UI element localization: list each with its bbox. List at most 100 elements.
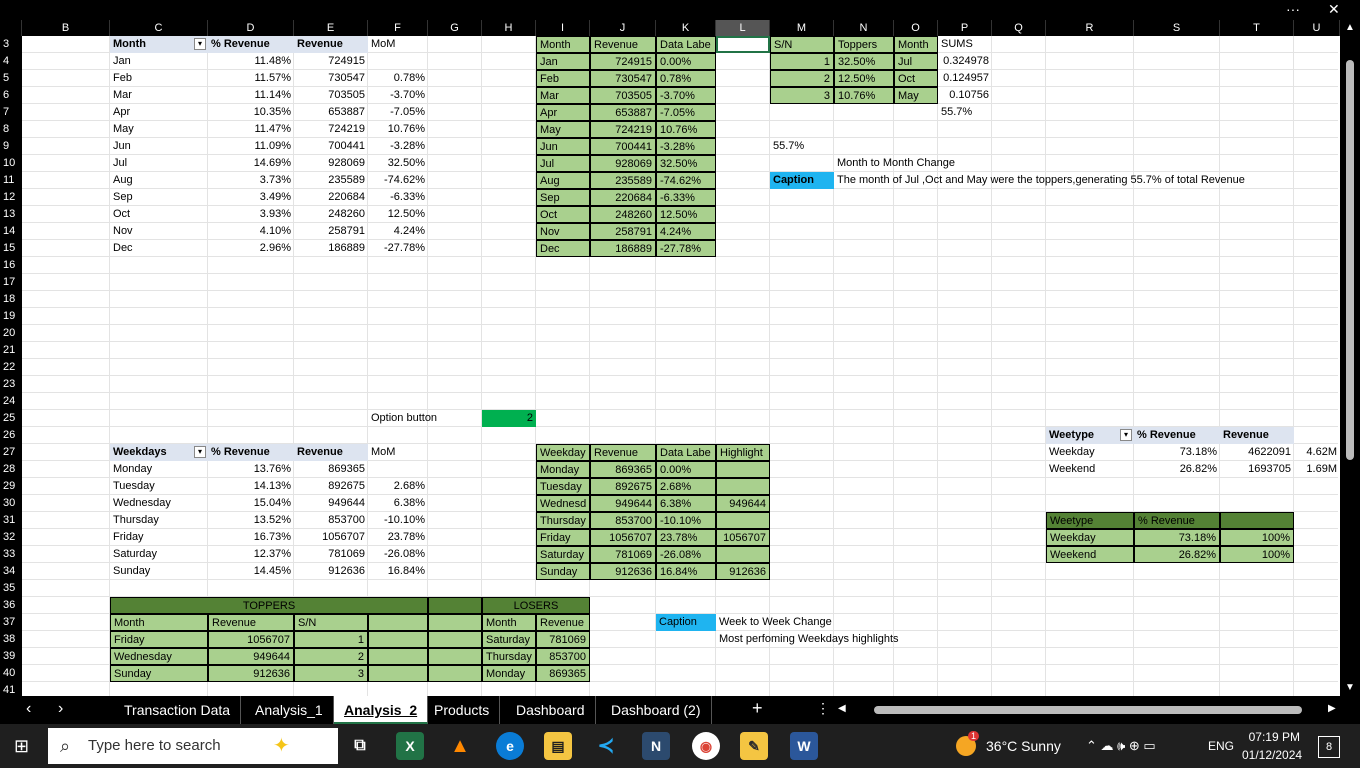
weektype-header[interactable]: % Revenue [1134, 427, 1220, 444]
month-table-cell[interactable]: 11.57% [208, 70, 294, 87]
column-header-q[interactable]: Q [992, 20, 1046, 36]
row-header-7[interactable]: 7 [0, 104, 22, 121]
column-header-m[interactable]: M [770, 20, 834, 36]
toppers-header[interactable]: SUMS [938, 36, 992, 53]
month-chart-cell[interactable]: -6.33% [656, 189, 716, 206]
month-chart-cell[interactable]: -7.05% [656, 104, 716, 121]
weekday-table-cell[interactable]: 892675 [294, 478, 368, 495]
month-table-cell[interactable]: 248260 [294, 206, 368, 223]
month-table-header[interactable]: MoM [368, 36, 428, 53]
weekday-table-cell[interactable]: 6.38% [368, 495, 428, 512]
tray-icons[interactable]: ⌃ ☁ 🕪 ⊕ ▭ [1086, 738, 1156, 754]
weekday-chart-header[interactable]: Highlight [716, 444, 770, 461]
toppers-row-cell[interactable]: 912636 [208, 665, 294, 682]
weekday-chart-cell[interactable]: 1056707 [716, 529, 770, 546]
notifications-icon[interactable]: 8 [1318, 736, 1340, 758]
toppers-header[interactable]: Toppers [834, 36, 894, 53]
row-header-5[interactable]: 5 [0, 70, 22, 87]
weektype2-header[interactable]: Weetype [1046, 512, 1134, 529]
weekday-table-cell[interactable] [368, 461, 428, 478]
row-header-15[interactable]: 15 [0, 240, 22, 257]
month-chart-cell[interactable]: 928069 [590, 155, 656, 172]
weekday-chart-cell[interactable]: 1056707 [590, 529, 656, 546]
month-table-cell[interactable]: May [110, 121, 208, 138]
month-table-cell[interactable]: 3.93% [208, 206, 294, 223]
app-icon-n[interactable]: N [642, 732, 670, 760]
vertical-scrollbar[interactable]: ▲ ▼ [1340, 20, 1360, 696]
column-header-j[interactable]: J [590, 20, 656, 36]
weekday-table-cell[interactable]: 14.45% [208, 563, 294, 580]
weekday-chart-cell[interactable]: 892675 [590, 478, 656, 495]
month-table-cell[interactable]: Oct [110, 206, 208, 223]
toppers-row-cell[interactable]: 3 [294, 665, 368, 682]
month-chart-cell[interactable]: 32.50% [656, 155, 716, 172]
month-chart-cell[interactable]: 0.78% [656, 70, 716, 87]
chrome-app-icon[interactable]: ◉ [692, 732, 720, 760]
row-header-25[interactable]: 25 [0, 410, 22, 427]
month-table-cell[interactable]: 724915 [294, 53, 368, 70]
month-table-cell[interactable]: -3.70% [368, 87, 428, 104]
weekday-table-cell[interactable]: Thursday [110, 512, 208, 529]
weektype2-cell[interactable]: 73.18% [1134, 529, 1220, 546]
week-caption-title[interactable]: Week to Week Change [716, 614, 894, 631]
toppers-pad[interactable] [428, 614, 482, 631]
weektype-cell[interactable]: 1693705 [1220, 461, 1294, 478]
weekday-table-cell[interactable]: 869365 [294, 461, 368, 478]
month-table-cell[interactable]: 700441 [294, 138, 368, 155]
toppers-header[interactable]: S/N [770, 36, 834, 53]
row-header-10[interactable]: 10 [0, 155, 22, 172]
tab-analysis-2[interactable]: Analysis_2 [334, 696, 429, 724]
task-view-icon[interactable]: ⧉ [346, 732, 374, 760]
month-chart-cell[interactable]: 248260 [590, 206, 656, 223]
month-table-cell[interactable]: 186889 [294, 240, 368, 257]
losers-row-cell[interactable]: 781069 [536, 631, 590, 648]
column-header-d[interactable]: D [208, 20, 294, 36]
toppers-cell[interactable]: 1 [770, 53, 834, 70]
more-options-button[interactable]: ··· [1286, 0, 1300, 20]
toppers-pad[interactable] [368, 665, 428, 682]
month-table-cell[interactable]: 11.47% [208, 121, 294, 138]
month-chart-cell[interactable]: 703505 [590, 87, 656, 104]
next-sheet-icon[interactable]: › [58, 700, 63, 718]
month-table-cell[interactable]: -6.33% [368, 189, 428, 206]
column-header-t[interactable]: T [1220, 20, 1294, 36]
toppers-header[interactable]: Month [894, 36, 938, 53]
weekday-chart-cell[interactable]: 781069 [590, 546, 656, 563]
weekday-chart-cell[interactable]: Tuesday [536, 478, 590, 495]
weekday-table-cell[interactable]: 949644 [294, 495, 368, 512]
losers-title[interactable]: LOSERS [482, 597, 590, 614]
row-header-40[interactable]: 40 [0, 665, 22, 682]
month-table-cell[interactable]: 3.49% [208, 189, 294, 206]
month-table-cell[interactable]: 2.96% [208, 240, 294, 257]
row-header-4[interactable]: 4 [0, 53, 22, 70]
language-indicator[interactable]: ENG [1208, 739, 1234, 753]
toppers-cell[interactable]: May [894, 87, 938, 104]
losers-row-cell[interactable]: 853700 [536, 648, 590, 665]
weekday-chart-cell[interactable]: 869365 [590, 461, 656, 478]
month-table-cell[interactable]: Feb [110, 70, 208, 87]
month-table-cell[interactable]: 14.69% [208, 155, 294, 172]
toppers-cell[interactable]: 32.50% [834, 53, 894, 70]
windows-start-icon[interactable]: ⊞ [14, 736, 29, 757]
toppers-row-cell[interactable]: Wednesday [110, 648, 208, 665]
word-app-icon[interactable]: W [790, 732, 818, 760]
month-chart-cell[interactable]: Oct [536, 206, 590, 223]
cell-m9[interactable]: 55.7% [770, 138, 834, 155]
month-chart-header[interactable]: Data Labe [656, 36, 716, 53]
row-header-17[interactable]: 17 [0, 274, 22, 291]
column-header-p[interactable]: P [938, 20, 992, 36]
month-chart-cell[interactable]: 724219 [590, 121, 656, 138]
weekday-chart-cell[interactable]: 853700 [590, 512, 656, 529]
weekday-chart-header[interactable]: Data Labe [656, 444, 716, 461]
row-header-33[interactable]: 33 [0, 546, 22, 563]
month-chart-cell[interactable]: Jun [536, 138, 590, 155]
weekday-table-cell[interactable]: 23.78% [368, 529, 428, 546]
select-all-corner[interactable] [0, 20, 22, 36]
month-chart-cell[interactable]: 653887 [590, 104, 656, 121]
paint-app-icon[interactable]: ✎ [740, 732, 768, 760]
month-chart-cell[interactable]: 12.50% [656, 206, 716, 223]
month-table-header[interactable]: % Revenue [208, 36, 294, 53]
weekday-table-cell[interactable]: -26.08% [368, 546, 428, 563]
row-header-26[interactable]: 26 [0, 427, 22, 444]
month-chart-cell[interactable]: 700441 [590, 138, 656, 155]
